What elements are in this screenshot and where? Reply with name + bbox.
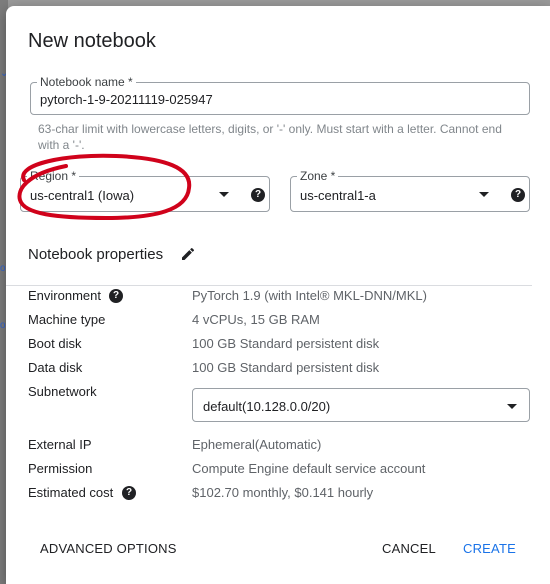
chevron-down-icon[interactable] — [479, 192, 489, 197]
boot-disk-label: Boot disk — [28, 336, 82, 351]
create-button[interactable]: CREATE — [463, 541, 516, 556]
chevron-down-icon[interactable] — [219, 192, 229, 197]
zone-label: Zone * — [297, 169, 339, 183]
help-icon[interactable]: ? — [122, 486, 136, 500]
estimated-cost-label: Estimated cost — [28, 485, 114, 500]
cancel-button[interactable]: CANCEL — [382, 541, 436, 556]
notebook-name-field[interactable]: Notebook name * pytorch-1-9-20211119-025… — [30, 75, 530, 115]
subnetwork-label: Subnetwork — [28, 384, 97, 399]
edit-icon[interactable] — [180, 246, 196, 262]
external-ip-label: External IP — [28, 437, 92, 452]
data-disk-value: 100 GB Standard persistent disk — [192, 360, 380, 375]
subnetwork-value: default(10.128.0.0/20) — [203, 399, 331, 414]
environment-label: Environment — [28, 288, 101, 303]
machine-type-label: Machine type — [28, 312, 106, 327]
region-value: us-central1 (Iowa) — [30, 188, 135, 203]
permission-value: Compute Engine default service account — [192, 461, 426, 476]
notebook-properties-title: Notebook properties — [28, 246, 164, 263]
region-select[interactable]: Region * us-central1 (Iowa) ? — [20, 169, 270, 212]
notebook-name-label: Notebook name * — [37, 75, 136, 89]
permission-label: Permission — [28, 461, 93, 476]
properties-divider — [6, 285, 532, 286]
help-icon[interactable]: ? — [109, 289, 123, 303]
notebook-name-hint: 63-char limit with lowercase letters, di… — [38, 122, 502, 152]
region-label: Region * — [27, 169, 80, 183]
dialog-title: New notebook — [28, 30, 156, 52]
help-icon[interactable]: ? — [511, 188, 525, 202]
external-ip-value: Ephemeral(Automatic) — [192, 437, 322, 452]
zone-value: us-central1-a — [300, 188, 376, 203]
chevron-down-icon[interactable] — [507, 404, 517, 409]
machine-type-value: 4 vCPUs, 15 GB RAM — [192, 312, 320, 327]
boot-disk-value: 100 GB Standard persistent disk — [192, 336, 380, 351]
new-notebook-dialog: New notebook Notebook name * pytorch-1-9… — [6, 6, 550, 584]
subnetwork-select[interactable]: default(10.128.0.0/20) — [192, 388, 530, 422]
notebook-name-value[interactable]: pytorch-1-9-20211119-025947 — [40, 92, 213, 107]
estimated-cost-value: $102.70 monthly, $0.141 hourly — [192, 485, 374, 500]
zone-select[interactable]: Zone * us-central1-a ? — [290, 169, 530, 212]
data-disk-label: Data disk — [28, 360, 83, 375]
environment-value: PyTorch 1.9 (with Intel® MKL-DNN/MKL) — [192, 288, 427, 303]
help-icon[interactable]: ? — [251, 188, 265, 202]
advanced-options-button[interactable]: ADVANCED OPTIONS — [40, 541, 177, 556]
